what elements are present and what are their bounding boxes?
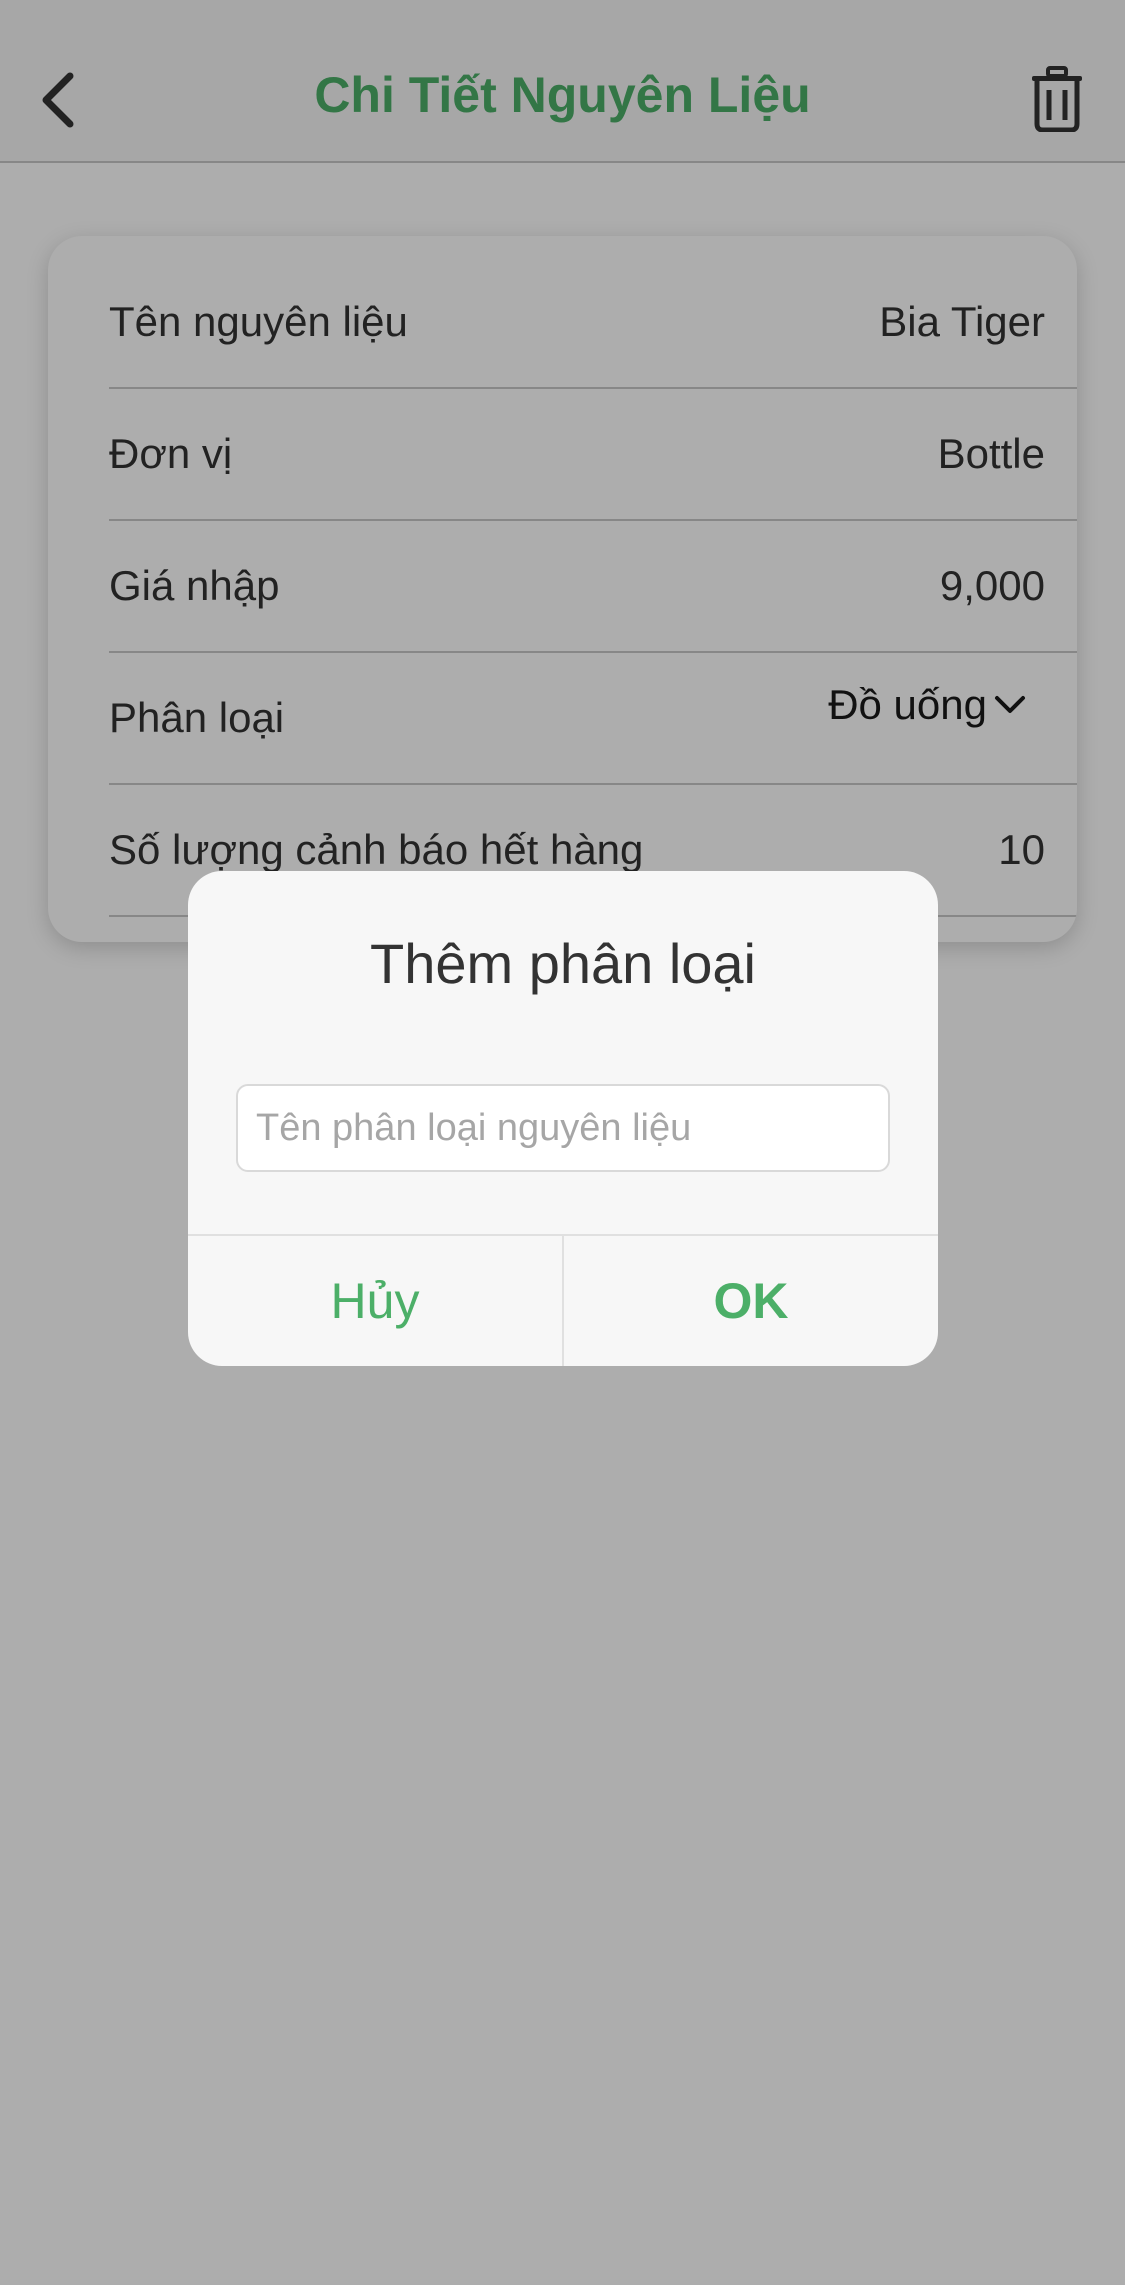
category-name-input[interactable]	[236, 1084, 890, 1172]
ok-button[interactable]: OK	[564, 1236, 938, 1366]
dialog-actions: Hủy OK	[188, 1234, 938, 1366]
add-category-dialog: Thêm phân loại Hủy OK	[188, 871, 938, 1366]
dialog-title: Thêm phân loại	[369, 932, 756, 995]
cancel-button[interactable]: Hủy	[188, 1236, 564, 1366]
